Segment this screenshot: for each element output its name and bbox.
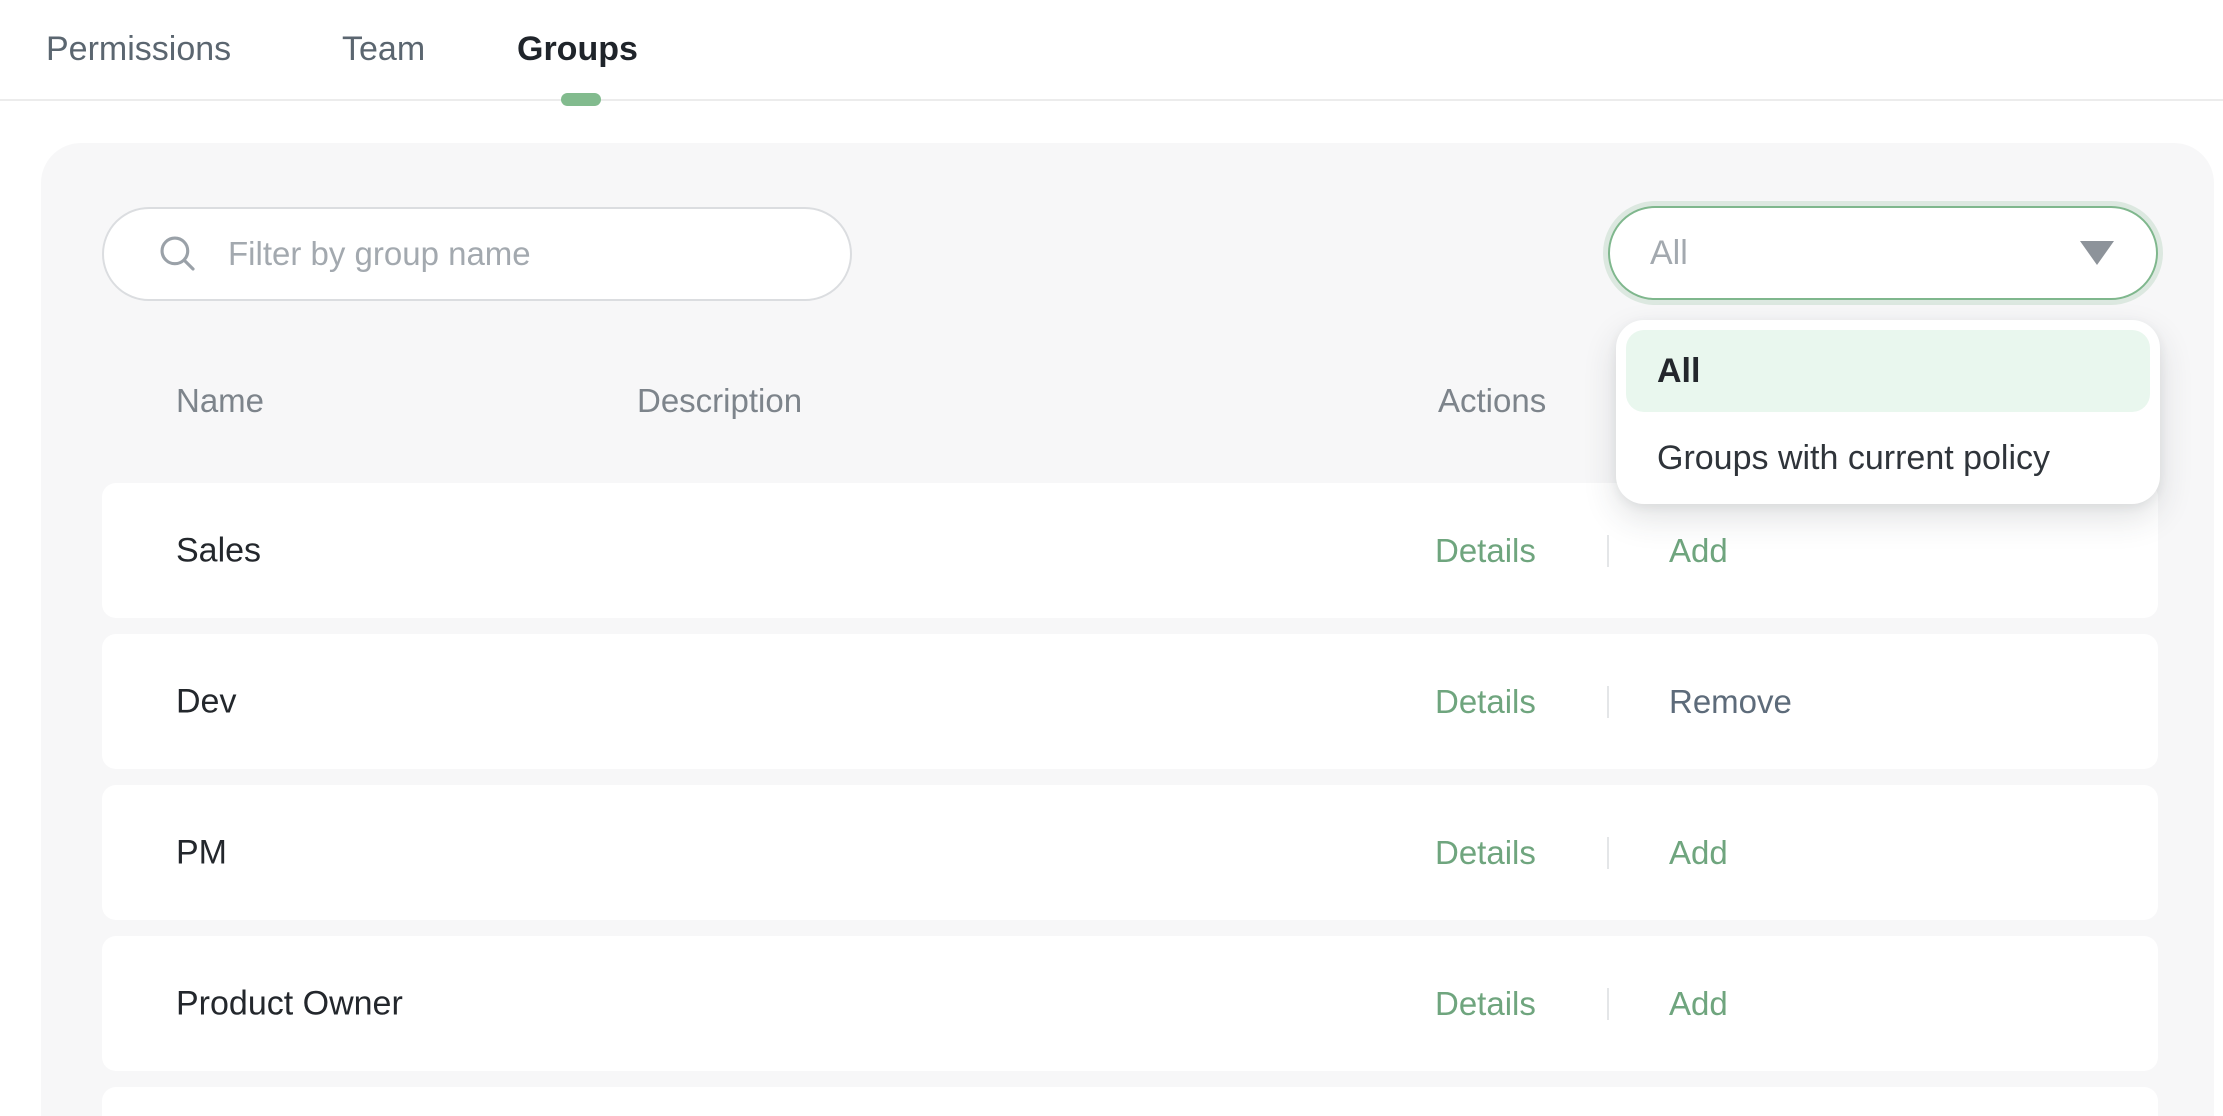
table-row: PM Details Add	[102, 785, 2158, 920]
page: Permissions Team Groups All All Groups w…	[0, 0, 2223, 1116]
add-link[interactable]: Add	[1669, 985, 1728, 1023]
group-name: Dev	[176, 682, 236, 721]
details-link[interactable]: Details	[1435, 532, 1536, 570]
group-filter-input[interactable]	[226, 234, 790, 274]
table-row: Dev Details Remove	[102, 634, 2158, 769]
group-filter-field[interactable]	[102, 207, 852, 301]
group-name: Product Owner	[176, 984, 403, 1023]
tab-groups[interactable]: Groups	[517, 0, 638, 99]
tab-permissions[interactable]: Permissions	[46, 0, 231, 99]
column-header-description: Description	[637, 382, 802, 420]
remove-link[interactable]: Remove	[1669, 683, 1792, 721]
menu-option-all[interactable]: All	[1626, 330, 2150, 412]
policy-filter-menu: All Groups with current policy	[1616, 320, 2160, 504]
action-divider	[1607, 686, 1609, 718]
groups-panel: All All Groups with current policy Name …	[41, 143, 2214, 1116]
details-link[interactable]: Details	[1435, 683, 1536, 721]
menu-option-groups-with-current-policy[interactable]: Groups with current policy	[1626, 417, 2150, 499]
table-row-partial	[102, 1087, 2158, 1116]
caret-down-icon	[2080, 241, 2114, 265]
tab-bar: Permissions Team Groups	[0, 0, 2223, 101]
table-row: Product Owner Details Add	[102, 936, 2158, 1071]
column-header-actions: Actions	[1438, 382, 1546, 420]
policy-filter-dropdown[interactable]: All	[1608, 206, 2158, 300]
action-divider	[1607, 988, 1609, 1020]
action-divider	[1607, 837, 1609, 869]
add-link[interactable]: Add	[1669, 834, 1728, 872]
action-divider	[1607, 535, 1609, 567]
group-name: Sales	[176, 531, 261, 570]
search-icon	[156, 232, 200, 276]
dropdown-selected-value: All	[1650, 234, 2080, 273]
details-link[interactable]: Details	[1435, 985, 1536, 1023]
details-link[interactable]: Details	[1435, 834, 1536, 872]
active-tab-indicator	[561, 93, 601, 106]
tab-team[interactable]: Team	[342, 0, 425, 99]
column-header-name: Name	[176, 382, 264, 420]
add-link[interactable]: Add	[1669, 532, 1728, 570]
group-name: PM	[176, 833, 227, 872]
